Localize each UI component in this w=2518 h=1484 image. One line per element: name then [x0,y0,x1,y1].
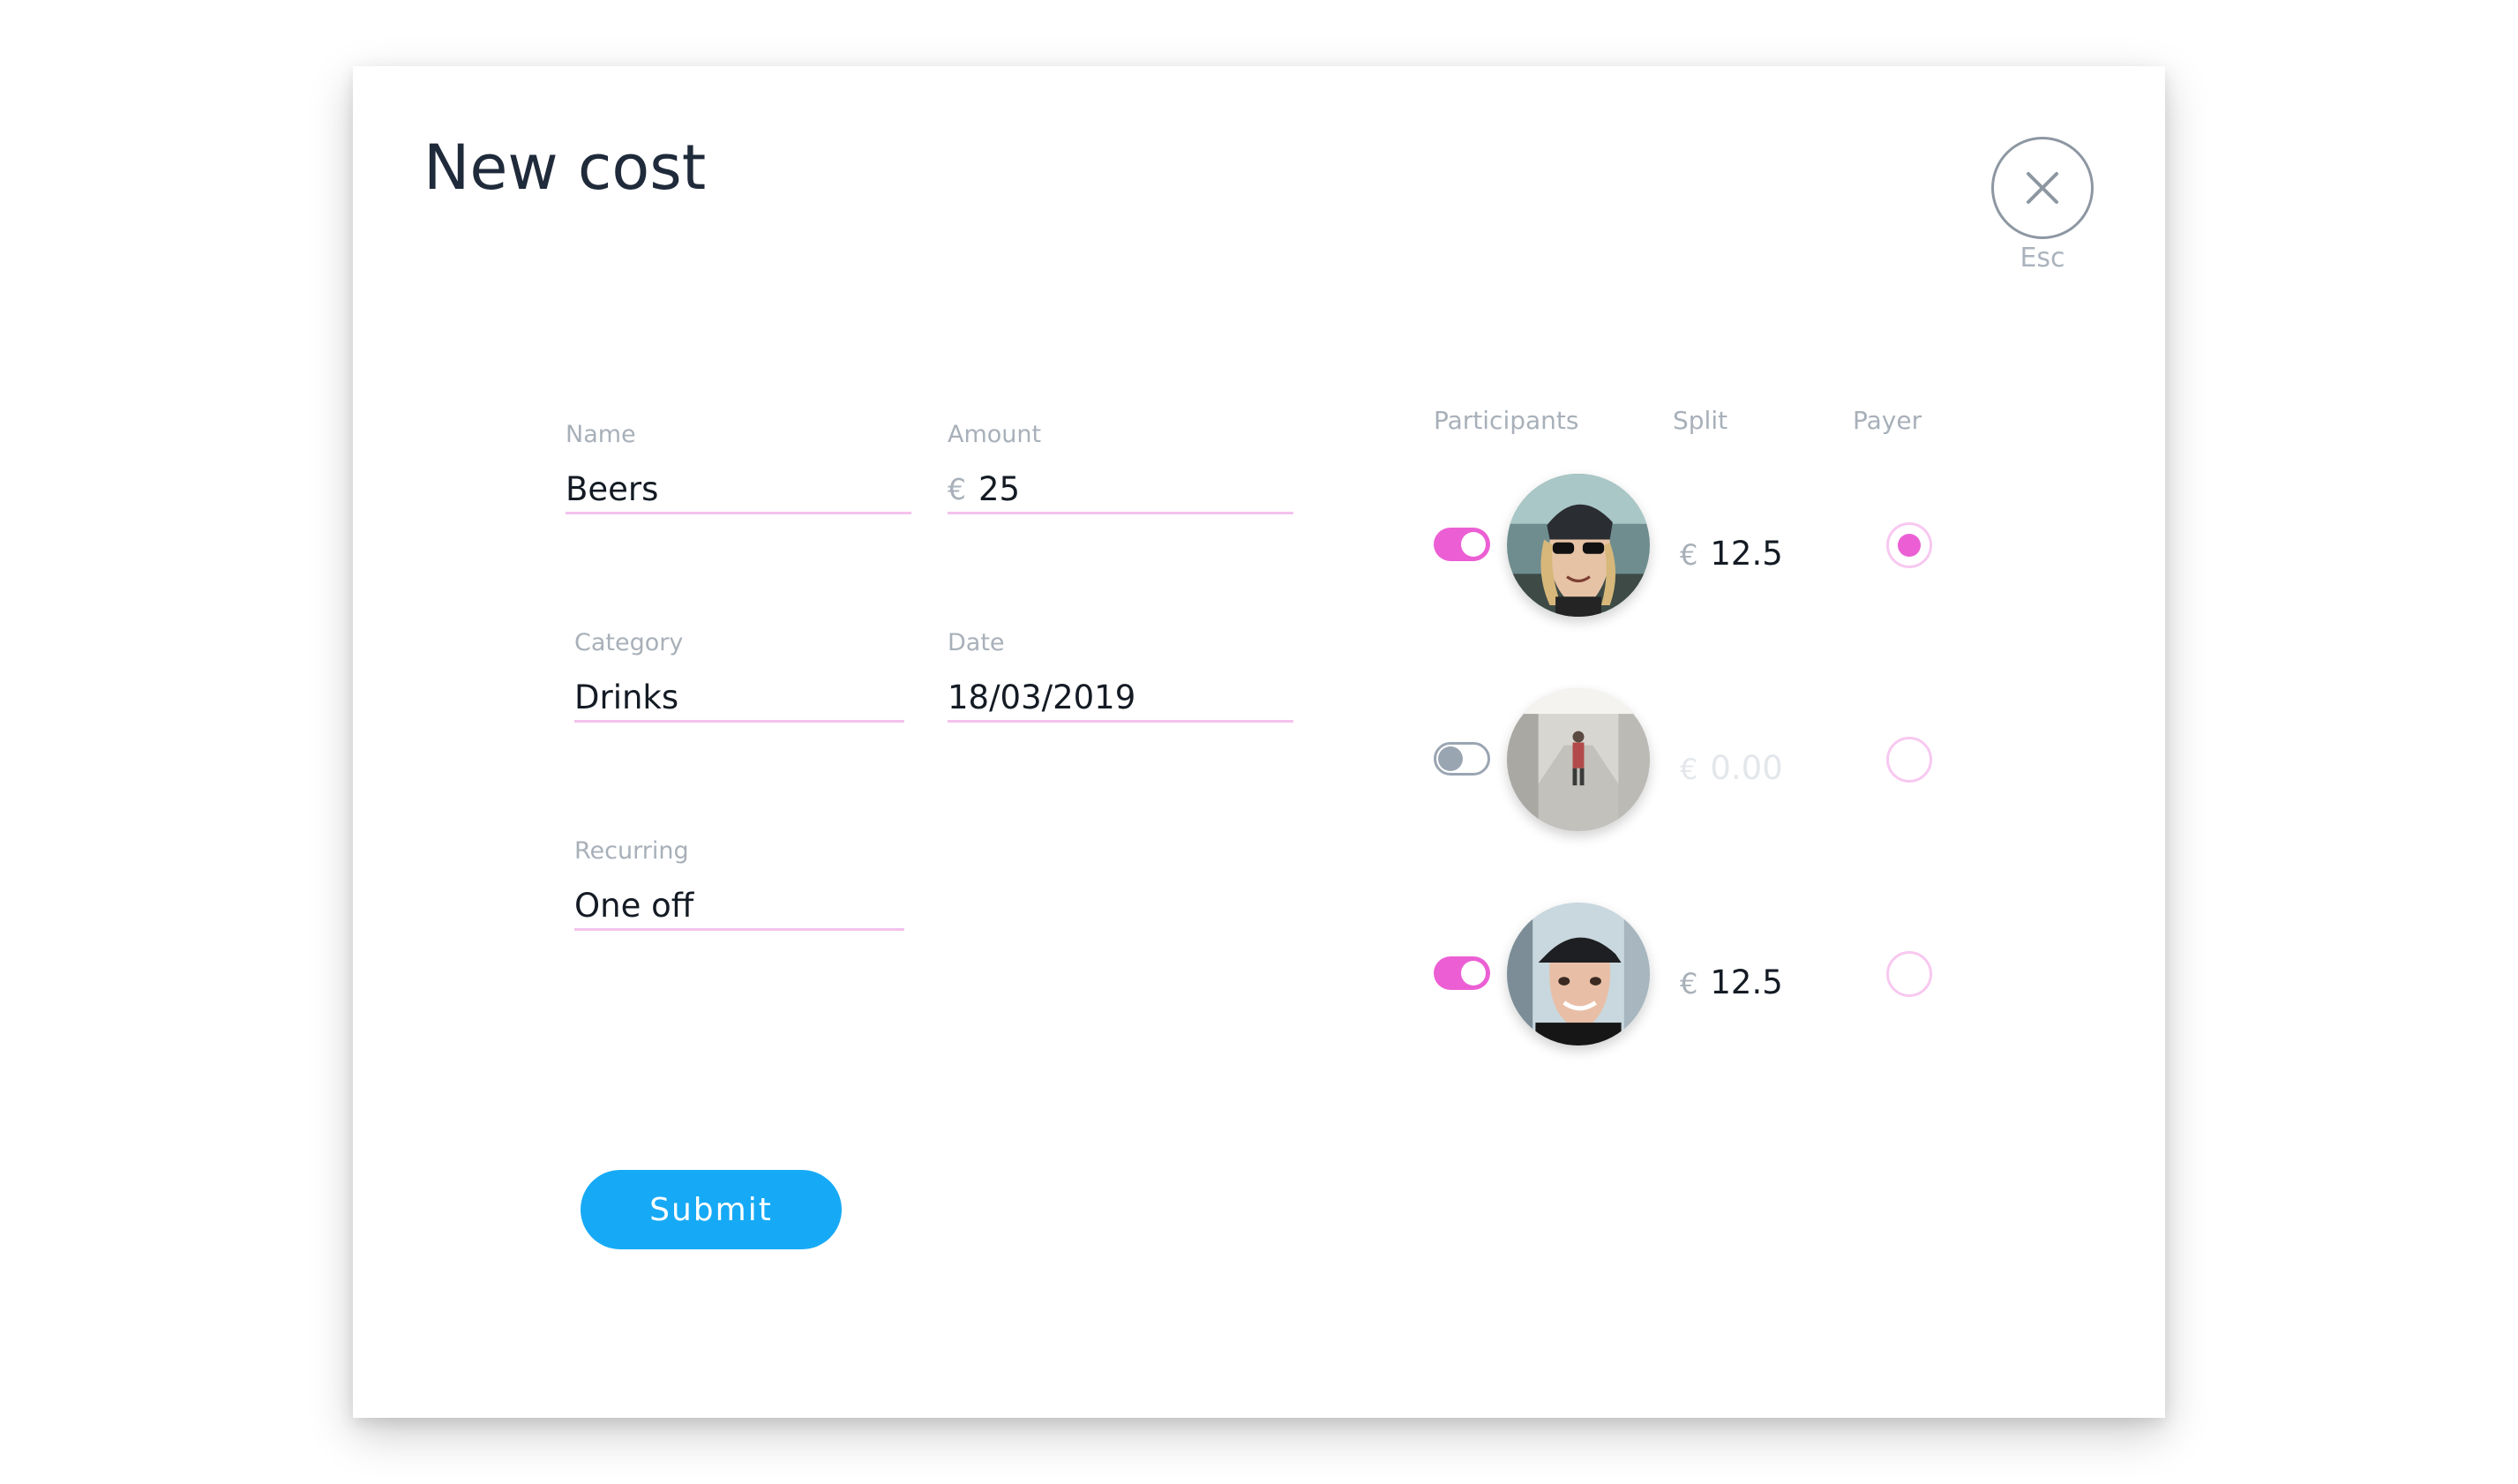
toggle-knob [1461,961,1486,986]
split-currency: € [1680,967,1698,1001]
category-value: Drinks [574,678,679,716]
payer-radio[interactable] [1886,951,1932,997]
recurring-value: One off [574,886,694,925]
category-field: Category Drinks [574,631,904,723]
date-value: 18/03/2019 [948,678,1136,716]
split-value: 0.00 [1710,749,1783,787]
avatar [1507,474,1650,617]
recurring-field: Recurring One off [574,839,904,931]
recurring-label: Recurring [574,837,689,865]
participant-toggle[interactable] [1434,528,1490,561]
participant-toggle[interactable] [1434,956,1490,990]
split-value: 12.5 [1710,963,1783,1001]
amount-currency: € [948,471,966,506]
amount-value: 25 [978,469,1021,508]
new-cost-modal: New cost Esc Name Beers Amount € 25 Cate… [353,66,2165,1418]
name-label: Name [566,421,636,448]
date-input[interactable]: 18/03/2019 [948,674,1293,723]
participants-header: Participants [1434,406,1579,435]
name-field: Name Beers [566,423,911,514]
date-label: Date [948,629,1005,656]
amount-input[interactable]: € 25 [948,466,1293,514]
split-header: Split [1673,406,1728,435]
toggle-knob [1438,746,1463,771]
submit-button[interactable]: Submit [581,1170,842,1249]
date-field: Date 18/03/2019 [948,631,1293,723]
close-button[interactable] [1991,137,2094,239]
name-input[interactable]: Beers [566,466,911,514]
payer-radio-dot [1898,534,1921,557]
category-select[interactable]: Drinks [574,674,904,723]
avatar [1507,903,1650,1046]
split-amount[interactable]: € 12.5 [1680,535,1783,573]
esc-hint: Esc [2020,243,2065,274]
participant-toggle[interactable] [1434,742,1490,776]
recurring-select[interactable]: One off [574,882,904,931]
close-control: Esc [1990,137,2095,274]
avatar [1507,688,1650,831]
payer-header: Payer [1853,406,1922,435]
split-currency: € [1680,753,1698,786]
split-amount[interactable]: € 12.5 [1680,963,1783,1001]
amount-label: Amount [948,421,1042,448]
payer-radio[interactable] [1886,737,1932,783]
amount-field: Amount € 25 [948,423,1293,514]
name-value: Beers [566,469,659,508]
toggle-knob [1461,532,1486,557]
close-icon [2027,172,2058,204]
modal-title: New cost [423,131,707,204]
split-currency: € [1680,538,1698,572]
payer-radio[interactable] [1886,522,1932,568]
split-amount[interactable]: € 0.00 [1680,749,1783,787]
category-label: Category [574,629,684,656]
split-value: 12.5 [1710,535,1783,573]
